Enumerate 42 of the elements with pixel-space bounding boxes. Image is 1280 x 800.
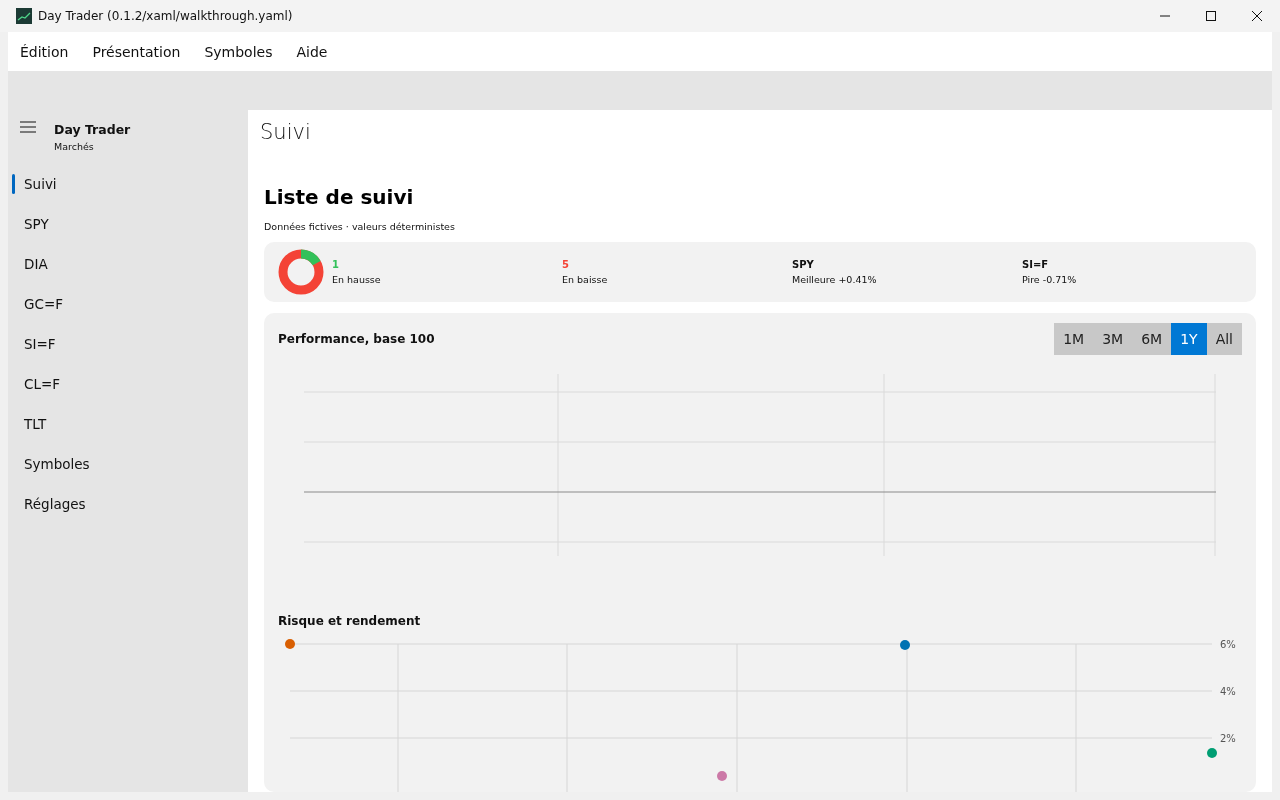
stat-value: 1: [332, 258, 340, 270]
menu-item[interactable]: Aide: [296, 43, 340, 60]
range-button[interactable]: 6M: [1132, 323, 1172, 355]
nav-item[interactable]: GC=F: [8, 284, 248, 324]
stat-label: Meilleure +0.41%: [792, 273, 878, 285]
stat-value: SPY: [792, 258, 815, 270]
nav-item[interactable]: TLT: [8, 404, 248, 444]
window-title: Day Trader (0.1.2/xaml/walkthrough.yaml): [38, 9, 294, 23]
app-subtitle: Marchés: [54, 141, 95, 152]
app-chart-icon: [16, 8, 32, 24]
nav-item[interactable]: Réglages: [8, 484, 248, 524]
range-button[interactable]: 3M: [1093, 323, 1133, 355]
maximize-icon[interactable]: [1206, 11, 1216, 21]
app-title: Day Trader: [54, 122, 131, 137]
axis-label: 4%: [1220, 686, 1236, 697]
nav-item[interactable]: Suivi: [8, 164, 248, 204]
nav-item[interactable]: Symboles: [8, 444, 248, 484]
axis-label: 6%: [1220, 639, 1236, 650]
section-subtitle: Données fictives · valeurs déterministes: [264, 220, 456, 232]
ratio-donut-icon: [278, 248, 324, 295]
range-button[interactable]: 1Y: [1171, 323, 1207, 355]
stat-value: SI=F: [1022, 258, 1050, 270]
nav-item[interactable]: SPY: [8, 204, 248, 244]
menu-item[interactable]: Édition: [20, 43, 81, 60]
range-button[interactable]: All: [1206, 323, 1242, 355]
menu-item[interactable]: Présentation: [92, 43, 193, 60]
stat-label: En hausse: [332, 273, 382, 285]
stat-label: Pire -0.71%: [1022, 273, 1078, 285]
nav-item[interactable]: DIA: [8, 244, 248, 284]
stat-value: 5: [562, 258, 570, 270]
nav-item[interactable]: SI=F: [8, 324, 248, 364]
range-button[interactable]: 1M: [1054, 323, 1094, 355]
nav-item[interactable]: CL=F: [8, 364, 248, 404]
menu-item[interactable]: Symboles: [204, 43, 285, 60]
menu-icon[interactable]: [20, 121, 36, 133]
section-heading: Liste de suivi: [264, 184, 415, 209]
close-icon[interactable]: [1252, 11, 1262, 21]
axis-label: 2%: [1220, 733, 1236, 744]
page-title: Suivi: [260, 120, 312, 145]
stat-label: En baisse: [562, 273, 609, 285]
chart-title: Risque et rendement: [278, 614, 422, 628]
chart-title: Performance, base 100: [278, 332, 435, 346]
